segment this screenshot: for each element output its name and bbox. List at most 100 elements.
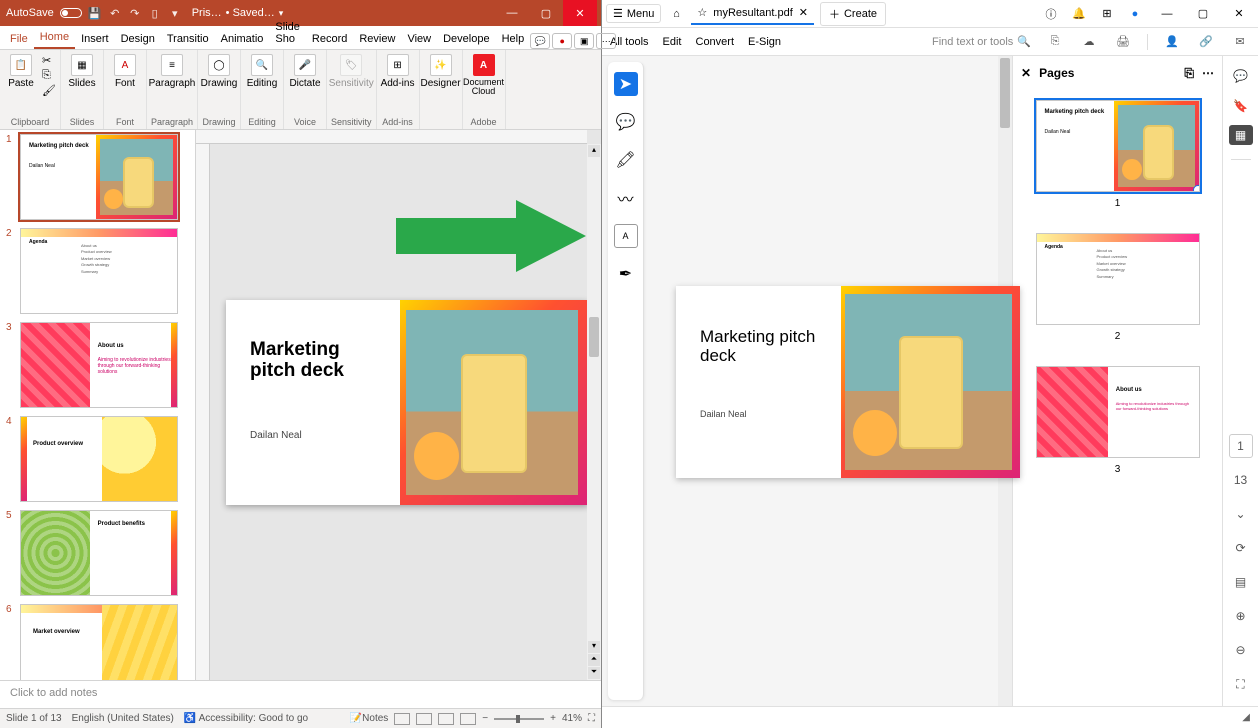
- tab-help[interactable]: Help: [496, 29, 531, 49]
- slideshow-view-button[interactable]: [460, 713, 476, 725]
- page-viewport[interactable]: Marketing pitch deck Dailan Neal: [650, 56, 1012, 706]
- tab-insert[interactable]: Insert: [75, 29, 115, 49]
- tab-view[interactable]: View: [401, 29, 437, 49]
- thumbnails-panel-icon[interactable]: ▦: [1229, 125, 1253, 145]
- copy-icon[interactable]: ⎘: [42, 69, 56, 82]
- tab-developer[interactable]: Develope: [437, 29, 495, 49]
- page-thumb-2[interactable]: Agenda About us Product overview Market …: [1036, 233, 1200, 325]
- designer-button[interactable]: ✨Designer: [424, 54, 458, 89]
- convert-button[interactable]: Convert: [696, 36, 735, 48]
- thumb-row[interactable]: 3 About us Aiming to revolutionize indus…: [0, 318, 195, 412]
- slide-thumb-2[interactable]: Agenda About us Product overview Market …: [20, 228, 178, 314]
- minimize-button[interactable]: —: [1152, 0, 1182, 28]
- undo-icon[interactable]: ↶: [108, 6, 122, 20]
- sensitivity-button[interactable]: 🏷Sensitivity: [334, 54, 368, 89]
- next-slide-icon[interactable]: ⏷: [588, 667, 600, 679]
- drawing-button[interactable]: ◯Drawing: [202, 54, 236, 89]
- close-button[interactable]: ✕: [563, 0, 597, 26]
- slide-title[interactable]: Marketing pitch deck: [250, 340, 390, 382]
- select-tool[interactable]: ➤: [614, 72, 638, 96]
- draw-tool[interactable]: 〰: [614, 186, 638, 210]
- qat-dropdown-icon[interactable]: ▾: [168, 6, 182, 20]
- home-button[interactable]: ⌂: [667, 5, 685, 23]
- document-tab[interactable]: ☆ myResultant.pdf ✕: [691, 2, 814, 25]
- thumb-row[interactable]: 5 Product benefits: [0, 506, 195, 600]
- normal-view-button[interactable]: [394, 713, 410, 725]
- tab-home[interactable]: Home: [34, 27, 75, 49]
- close-panel-button[interactable]: ✕: [1021, 66, 1031, 80]
- prev-slide-icon[interactable]: ⏶: [588, 654, 600, 666]
- print-icon[interactable]: 🖨: [1113, 32, 1133, 52]
- comments-panel-icon[interactable]: 💬: [1229, 66, 1253, 86]
- link-icon[interactable]: 🔗: [1196, 32, 1216, 52]
- page-display-icon[interactable]: ▤: [1229, 570, 1253, 594]
- close-button[interactable]: ✕: [1224, 0, 1254, 28]
- dictate-button[interactable]: 🎤Dictate: [288, 54, 322, 89]
- addins-button[interactable]: ⊞Add-ins: [381, 54, 415, 89]
- present-button[interactable]: ▣: [574, 33, 594, 49]
- account-icon[interactable]: ●: [1124, 3, 1146, 25]
- page-indicator[interactable]: 1: [1229, 434, 1253, 458]
- cut-icon[interactable]: ✂: [42, 54, 56, 67]
- edit-button[interactable]: Edit: [663, 36, 682, 48]
- slide-thumb-5[interactable]: Product benefits: [20, 510, 178, 596]
- search-box[interactable]: Find text or tools 🔍: [932, 35, 1031, 48]
- page-thumb-3[interactable]: About us Aiming to revolutionize industr…: [1036, 366, 1200, 458]
- zoom-percent[interactable]: 41%: [562, 713, 582, 724]
- tab-review[interactable]: Review: [353, 29, 401, 49]
- create-button[interactable]: ＋Create: [820, 2, 886, 26]
- notification-icon[interactable]: 🔔: [1068, 3, 1090, 25]
- bookmarks-panel-icon[interactable]: 🔖: [1229, 96, 1253, 116]
- panel-options-icon[interactable]: ⋯: [1202, 66, 1214, 80]
- tab-slideshow[interactable]: Slide Sho: [269, 17, 305, 49]
- page-thumb-1[interactable]: Marketing pitch deckDailan Neal: [1036, 100, 1200, 192]
- slide-thumb-3[interactable]: About us Aiming to revolutionize industr…: [20, 322, 178, 408]
- resize-grip-icon[interactable]: ◢: [1242, 712, 1250, 723]
- editing-button[interactable]: 🔍Editing: [245, 54, 279, 89]
- autosave-toggle[interactable]: [60, 8, 82, 18]
- slide-editor[interactable]: Marketing pitch deck Dailan Neal ▴ ▾ ⏶ ⏷: [196, 130, 601, 680]
- save-icon[interactable]: 💾: [88, 6, 102, 20]
- zoom-slider[interactable]: [494, 718, 544, 720]
- format-painter-icon[interactable]: 🖌: [42, 84, 56, 97]
- redo-icon[interactable]: ↷: [128, 6, 142, 20]
- scroll-down-icon[interactable]: ▾: [588, 641, 600, 653]
- star-icon[interactable]: ☆: [697, 6, 707, 19]
- notes-pane[interactable]: Click to add notes: [0, 680, 601, 708]
- text-tool[interactable]: A: [614, 224, 638, 248]
- ribbon-options-button[interactable]: ⋯: [596, 33, 616, 49]
- tab-transitions[interactable]: Transitio: [161, 29, 215, 49]
- slide-thumb-1[interactable]: Marketing pitch deckDailan Neal: [20, 134, 178, 220]
- scroll-thumb[interactable]: [589, 317, 599, 357]
- slide-thumb-4[interactable]: Product overview: [20, 416, 178, 502]
- insert-page-icon[interactable]: ⎘: [1184, 66, 1194, 81]
- sorter-view-button[interactable]: [416, 713, 432, 725]
- record-button[interactable]: ●: [552, 33, 572, 49]
- current-slide[interactable]: Marketing pitch deck Dailan Neal: [226, 300, 588, 505]
- reading-view-button[interactable]: [438, 713, 454, 725]
- accessibility-status[interactable]: ♿ Accessibility: Good to go: [184, 713, 308, 724]
- document-cloud-button[interactable]: ADocument Cloud: [467, 54, 501, 96]
- comment-tool[interactable]: 💬: [614, 110, 638, 134]
- slide-counter[interactable]: Slide 1 of 13: [6, 713, 62, 724]
- maximize-button[interactable]: ▢: [1188, 0, 1218, 28]
- tab-animations[interactable]: Animatio: [215, 29, 270, 49]
- save-icon[interactable]: ⎘: [1045, 32, 1065, 52]
- paragraph-button[interactable]: ≡Paragraph: [155, 54, 189, 89]
- scroll-up-icon[interactable]: ▴: [588, 145, 600, 157]
- thumb-row[interactable]: 4 Product overview: [0, 412, 195, 506]
- language-status[interactable]: English (United States): [72, 713, 174, 724]
- zoom-out-button[interactable]: −: [482, 713, 488, 724]
- comments-button[interactable]: 💬: [530, 33, 550, 49]
- fullscreen-icon[interactable]: ⛶: [1229, 672, 1253, 696]
- thumb-row[interactable]: 1 Marketing pitch deckDailan Neal: [0, 130, 195, 224]
- thumb-row[interactable]: 6 Market overview: [0, 600, 195, 680]
- scroll-thumb[interactable]: [1000, 58, 1010, 128]
- thumb-row[interactable]: 2 Agenda About us Product overview Marke…: [0, 224, 195, 318]
- menu-button[interactable]: ☰Menu: [606, 4, 661, 23]
- new-slide-button[interactable]: ▦Slides: [65, 54, 99, 89]
- slide-image[interactable]: [406, 310, 578, 495]
- minimize-button[interactable]: —: [495, 0, 529, 26]
- highlight-tool[interactable]: 🖍: [614, 148, 638, 172]
- close-tab-icon[interactable]: ✕: [799, 6, 808, 19]
